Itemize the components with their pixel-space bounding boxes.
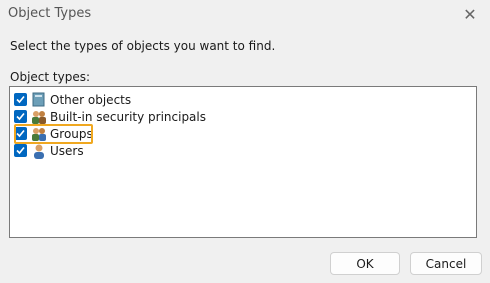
checkbox[interactable]: [14, 127, 27, 140]
checkmark-icon: [16, 95, 25, 104]
checkbox[interactable]: [14, 110, 27, 123]
list-item-label: Other objects: [50, 92, 132, 107]
list-item-label: Groups: [50, 126, 93, 141]
checkbox[interactable]: [14, 144, 27, 157]
object-types-list[interactable]: Other objects Built-in security principa…: [9, 86, 477, 238]
window-title: Object Types: [8, 6, 92, 21]
list-item[interactable]: Other objects: [14, 91, 131, 108]
list-item[interactable]: Built-in security principals: [14, 108, 206, 125]
ok-button[interactable]: OK: [330, 252, 400, 275]
checkmark-icon: [16, 146, 25, 155]
group-icon: [31, 126, 47, 142]
title-bar: Object Types ✕: [0, 0, 490, 28]
list-item-label: Users: [50, 143, 84, 158]
close-button[interactable]: ✕: [450, 0, 490, 28]
folder-icon: [31, 92, 47, 108]
checkmark-icon: [16, 112, 25, 121]
checkmark-icon: [16, 129, 25, 138]
object-types-label: Object types:: [10, 70, 90, 84]
user-icon: [31, 143, 47, 159]
list-item-label: Built-in security principals: [50, 109, 206, 124]
instruction-text: Select the types of objects you want to …: [10, 39, 276, 53]
group-icon: [31, 109, 47, 125]
checkbox[interactable]: [14, 93, 27, 106]
close-icon: ✕: [463, 4, 477, 24]
list-item[interactable]: Groups: [14, 125, 93, 142]
cancel-button[interactable]: Cancel: [410, 252, 482, 275]
list-item[interactable]: Users: [14, 142, 84, 159]
